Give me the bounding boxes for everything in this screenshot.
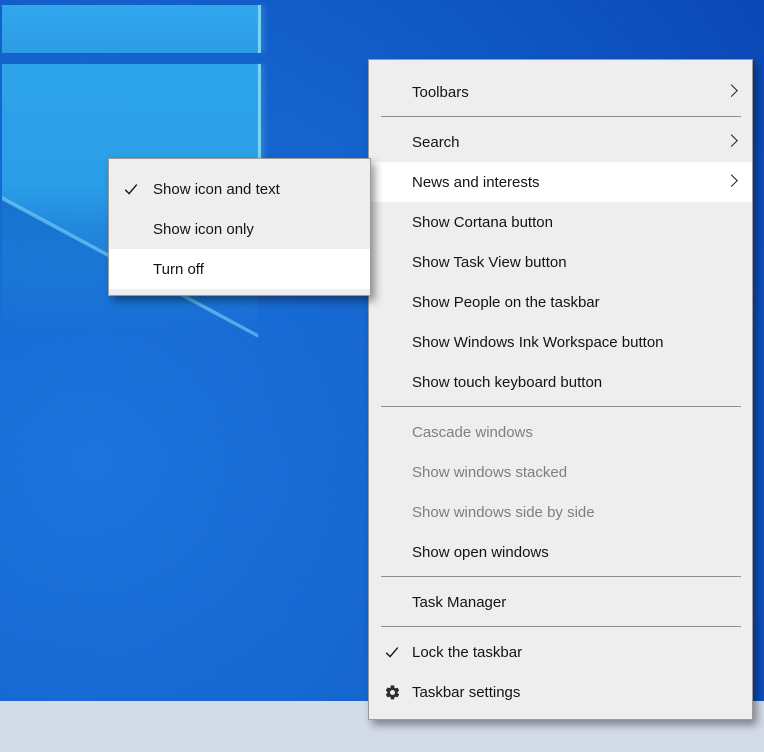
chevron-right-icon [725,134,738,148]
menu-item-news-and-interests[interactable]: News and interests [369,162,752,202]
menu-item-label: Turn off [153,260,204,278]
menu-separator [381,406,741,407]
menu-item-label: Cascade windows [412,423,533,441]
menu-item-toolbars[interactable]: Toolbars [369,72,752,112]
check-icon [121,179,141,199]
menu-item-search[interactable]: Search [369,122,752,162]
menu-item-show-windows-ink-workspace-button[interactable]: Show Windows Ink Workspace button [369,322,752,362]
menu-item-label: Show Task View button [412,253,567,271]
menu-item-turn-off[interactable]: Turn off [109,249,370,289]
menu-item-show-task-view-button[interactable]: Show Task View button [369,242,752,282]
wallpaper-window-pane-top [2,5,261,53]
menu-separator [381,576,741,577]
menu-item-task-manager[interactable]: Task Manager [369,582,752,622]
menu-item-label: Show touch keyboard button [412,373,603,391]
menu-item-show-windows-stacked: Show windows stacked [369,452,752,492]
menu-item-lock-the-taskbar[interactable]: Lock the taskbar [369,632,752,672]
menu-item-label: Show icon and text [153,180,280,198]
menu-item-show-icon-and-text[interactable]: Show icon and text [109,169,370,209]
menu-item-show-windows-side-by-side: Show windows side by side [369,492,752,532]
menu-item-label: Show Windows Ink Workspace button [412,333,664,351]
menu-item-label: Taskbar settings [412,683,521,701]
menu-item-label: Show Cortana button [412,213,553,231]
chevron-right-icon [725,84,738,98]
gear-icon [382,682,402,702]
menu-item-label: Show People on the taskbar [412,293,600,311]
menu-item-label: Toolbars [412,83,469,101]
menu-item-label: Show windows stacked [412,463,568,481]
check-icon [382,642,402,662]
news-and-interests-submenu: Show icon and text Show icon only Turn off [108,158,371,296]
menu-item-cascade-windows: Cascade windows [369,412,752,452]
desktop: 74°F Sunny 5/21/2021 ToolbarsSearchNews … [0,0,764,752]
menu-item-label: Show windows side by side [412,503,595,521]
menu-item-label: Show open windows [412,543,549,561]
menu-item-show-people-on-the-taskbar[interactable]: Show People on the taskbar [369,282,752,322]
menu-item-show-touch-keyboard-button[interactable]: Show touch keyboard button [369,362,752,402]
menu-separator [381,116,741,117]
menu-item-taskbar-settings[interactable]: Taskbar settings [369,672,752,712]
menu-item-label: News and interests [412,173,540,191]
menu-item-label: Search [412,133,460,151]
menu-separator [381,626,741,627]
taskbar-context-menu: Toolbars Search News and interests Show Cor… [368,59,753,720]
menu-item-show-icon-only[interactable]: Show icon only [109,209,370,249]
menu-item-label: Show icon only [153,220,254,238]
menu-item-show-open-windows[interactable]: Show open windows [369,532,752,572]
menu-item-label: Task Manager [412,593,507,611]
menu-item-label: Lock the taskbar [412,643,523,661]
chevron-right-icon [725,174,738,188]
menu-item-show-cortana-button[interactable]: Show Cortana button [369,202,752,242]
